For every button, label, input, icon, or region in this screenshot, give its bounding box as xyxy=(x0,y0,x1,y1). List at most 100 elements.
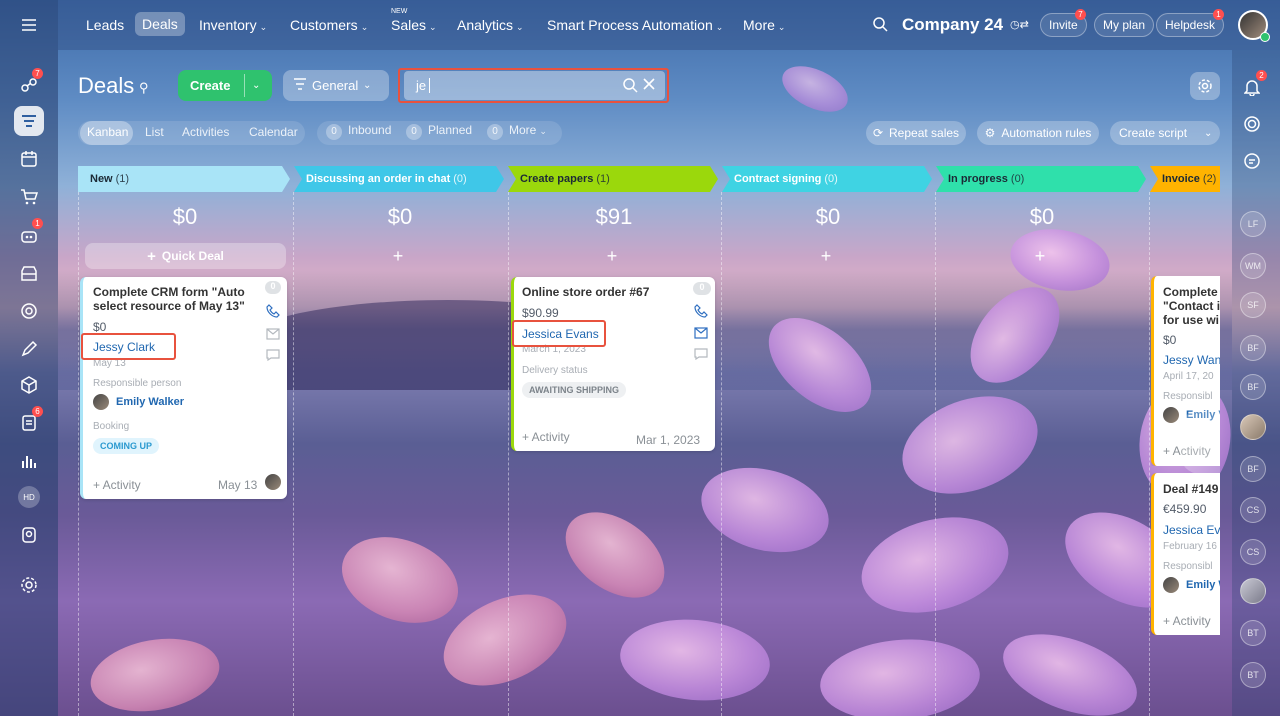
contact-avatar[interactable]: BT xyxy=(1240,620,1266,646)
search-icon[interactable] xyxy=(872,16,888,37)
responsible-label: Responsibl xyxy=(1163,561,1213,572)
settings-gear-icon[interactable] xyxy=(1190,72,1220,100)
clock-switch-icon[interactable]: ◷⇄ xyxy=(1010,18,1029,31)
contact-photo-avatar[interactable] xyxy=(1240,414,1266,440)
activity-stream-icon[interactable]: 7 xyxy=(14,68,44,100)
responsible-avatar xyxy=(1163,577,1179,593)
activity-counter: 0 xyxy=(693,282,711,295)
tab-kanban[interactable]: Kanban xyxy=(87,125,128,139)
my-plan-button[interactable]: My plan xyxy=(1094,13,1155,37)
counter-more[interactable]: 0 More ⌄ xyxy=(487,123,547,140)
phone-icon[interactable] xyxy=(266,304,280,318)
contact-link[interactable]: Jessica Ev xyxy=(1163,523,1220,537)
nav-inventory[interactable]: Inventory ⌄ xyxy=(199,17,267,33)
add-activity-link[interactable]: + Activity xyxy=(93,478,141,492)
repeat-sales-button[interactable]: ⟳ Repeat sales xyxy=(866,121,966,145)
deal-title[interactable]: Online store order #67 xyxy=(522,285,687,299)
nav-smart-process-automation[interactable]: Smart Process Automation ⌄ xyxy=(547,17,723,33)
create-script-button[interactable]: Create script ⌄ xyxy=(1110,121,1220,145)
contact-center-icon[interactable] xyxy=(14,520,44,550)
tab-activities[interactable]: Activities xyxy=(182,125,229,139)
contact-avatar[interactable]: BT xyxy=(1240,662,1266,688)
contact-avatar[interactable]: CS xyxy=(1240,539,1266,565)
invite-button[interactable]: Invite 7 xyxy=(1040,9,1087,37)
company-name[interactable]: Company 24 xyxy=(902,15,1003,35)
pen-icon[interactable] xyxy=(14,334,44,364)
calendar-icon[interactable] xyxy=(14,144,44,174)
nav-analytics[interactable]: Analytics ⌄ xyxy=(457,17,524,33)
add-activity-link[interactable]: + Activity xyxy=(1163,614,1211,628)
add-activity-link[interactable]: + Activity xyxy=(522,430,570,444)
counter-planned[interactable]: 0 Planned xyxy=(406,123,472,140)
nav-more[interactable]: More ⌄ xyxy=(743,17,785,33)
bell-icon[interactable] xyxy=(1243,78,1261,101)
automation-rules-button[interactable]: ⚙ Automation rules xyxy=(977,121,1099,145)
stage-discussing[interactable]: Discussing an order in chat (0) xyxy=(296,166,496,192)
inbound-count: 0 xyxy=(326,123,342,140)
email-icon[interactable] xyxy=(694,326,708,340)
copilot-icon[interactable] xyxy=(1243,115,1261,138)
activity-badge: 7 xyxy=(32,68,43,79)
chat-icon[interactable] xyxy=(694,347,708,361)
user-initials-icon[interactable]: HD xyxy=(14,482,44,512)
column-divider xyxy=(1149,192,1150,716)
scroll-right-arrow-icon[interactable]: › xyxy=(1180,410,1220,474)
cart-icon[interactable] xyxy=(14,182,44,212)
nav-customers[interactable]: Customers ⌄ xyxy=(290,17,368,33)
add-deal-plus-icon[interactable]: + xyxy=(298,246,498,267)
chevron-down-icon[interactable]: ⌄ xyxy=(252,80,260,91)
deal-title[interactable]: Complete "Contact i for use wi xyxy=(1163,285,1220,327)
create-button[interactable]: Create ⌄ xyxy=(178,70,272,101)
phone-icon[interactable] xyxy=(694,304,708,318)
deal-card[interactable]: Online store order #67 $90.99 Jessica Ev… xyxy=(511,277,715,451)
crm-icon[interactable] xyxy=(14,106,44,136)
chat-icon[interactable] xyxy=(1243,152,1261,175)
quick-deal-label: Quick Deal xyxy=(161,249,224,263)
box-icon[interactable] xyxy=(14,370,44,400)
chat-icon[interactable] xyxy=(266,348,280,362)
deal-card[interactable]: Complete CRM form "Auto select resource … xyxy=(80,277,287,499)
helpdesk-button[interactable]: Helpdesk 1 xyxy=(1156,9,1225,37)
tab-calendar[interactable]: Calendar xyxy=(249,125,298,139)
responsible-name[interactable]: Emily W xyxy=(1186,579,1220,591)
settings-icon[interactable] xyxy=(14,570,44,600)
contact-avatar[interactable]: CS xyxy=(1240,497,1266,523)
contact-avatar[interactable]: SF xyxy=(1240,292,1266,318)
pin-icon[interactable]: ⚲ xyxy=(139,80,149,96)
add-deal-plus-icon[interactable]: + xyxy=(512,246,712,267)
stage-title: Invoice xyxy=(1162,173,1200,185)
counter-inbound[interactable]: 0 Inbound xyxy=(326,123,391,140)
analytics-icon[interactable] xyxy=(14,446,44,476)
add-deal-plus-icon[interactable]: + xyxy=(726,246,926,267)
repeat-icon: ⟳ xyxy=(872,126,883,140)
deal-title[interactable]: Deal #149 xyxy=(1163,482,1218,496)
contact-avatar[interactable]: BF xyxy=(1240,374,1266,400)
target-icon[interactable] xyxy=(14,296,44,326)
email-icon[interactable] xyxy=(266,327,280,341)
store-icon[interactable] xyxy=(14,258,44,288)
bot-icon[interactable]: 1 xyxy=(14,218,44,250)
filter-preset-button[interactable]: General ⌄ xyxy=(283,70,389,101)
document-icon[interactable]: 6 xyxy=(14,406,44,438)
stage-contract-signing[interactable]: Contract signing (0) xyxy=(724,166,924,192)
nav-deals[interactable]: Deals xyxy=(135,12,185,36)
contact-link[interactable]: Jessy Wan xyxy=(1163,353,1220,367)
responsible-name[interactable]: Emily Walker xyxy=(116,396,184,408)
tab-list[interactable]: List xyxy=(145,125,164,139)
stage-new[interactable]: New (1) xyxy=(80,166,280,192)
contact-photo-avatar[interactable] xyxy=(1240,578,1266,604)
stage-create-papers[interactable]: Create papers (1) xyxy=(510,166,710,192)
deal-title[interactable]: Complete CRM form "Auto select resource … xyxy=(93,285,253,313)
stage-in-progress[interactable]: In progress (0) xyxy=(938,166,1138,192)
stage-invoice[interactable]: Invoice (2) xyxy=(1152,166,1220,192)
nav-sales[interactable]: Sales ⌄ NEW xyxy=(391,8,437,33)
contact-avatar[interactable]: BF xyxy=(1240,456,1266,482)
nav-leads[interactable]: Leads xyxy=(86,17,124,33)
contact-avatar[interactable]: WM xyxy=(1240,253,1266,279)
add-deal-plus-icon[interactable]: + xyxy=(940,246,1140,267)
deal-card[interactable]: Deal #149 €459.90 Jessica Ev February 16… xyxy=(1151,473,1220,635)
menu-icon[interactable] xyxy=(14,10,44,40)
contact-avatar[interactable]: LF xyxy=(1240,211,1266,237)
contact-avatar[interactable]: BF xyxy=(1240,335,1266,361)
quick-deal-button[interactable]: + Quick Deal xyxy=(85,243,286,269)
